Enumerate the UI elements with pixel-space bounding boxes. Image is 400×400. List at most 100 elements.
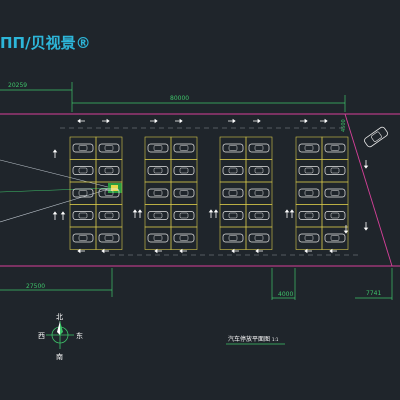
parking-stall [245, 226, 273, 250]
parking-stalls [69, 136, 349, 250]
parking-stall [170, 204, 198, 228]
car-cabin [228, 190, 238, 196]
parking-stall [295, 136, 323, 160]
parked-car-angled [364, 126, 388, 148]
traffic-arrow [208, 209, 214, 218]
parked-car [72, 143, 94, 153]
traffic-arrows [52, 118, 369, 254]
compass-south: 南 [56, 352, 63, 361]
traffic-arrow [52, 211, 58, 220]
traffic-arrow [363, 222, 369, 231]
traffic-arrow [179, 248, 187, 254]
car-cabin [78, 167, 88, 174]
parked-car [98, 166, 120, 175]
traffic-arrow [231, 248, 239, 254]
parking-stall [95, 204, 123, 228]
parked-car [248, 143, 270, 153]
parking-stall [170, 159, 198, 183]
parking-stall [69, 136, 97, 160]
car-cabin [104, 235, 114, 241]
entrance-marker [108, 183, 122, 193]
parking-stall [295, 181, 323, 205]
parking-stall [95, 136, 123, 160]
dim-bottom-mid: 4000 [278, 291, 293, 298]
parked-car [298, 166, 320, 175]
parking-stall [245, 181, 273, 205]
parked-car [173, 188, 195, 198]
parking-stall [95, 226, 123, 250]
car-cabin [78, 145, 88, 151]
traffic-arrow [304, 248, 312, 254]
car-cabin [228, 145, 238, 151]
parked-car [324, 166, 346, 175]
bottom-dimensions [0, 268, 393, 300]
dim-top-total: 80000 [170, 95, 189, 102]
parked-car [98, 211, 120, 220]
parking-stall [321, 159, 349, 183]
car-cabin [104, 167, 114, 174]
traffic-arrow [60, 211, 66, 220]
dim-right-vertical: 4500 [341, 119, 347, 132]
parking-stall [295, 159, 323, 183]
parked-car [222, 233, 244, 243]
parked-car [248, 188, 270, 198]
car-cabin [104, 212, 114, 219]
car-cabin [330, 235, 340, 241]
parking-stall [219, 204, 247, 228]
parked-car [147, 233, 169, 243]
parked-car [72, 188, 94, 198]
parked-car [222, 143, 244, 153]
parking-stall [321, 226, 349, 250]
car-cabin [78, 212, 88, 219]
parking-stall [69, 181, 97, 205]
car-cabin [330, 145, 340, 151]
parking-stall [69, 226, 97, 250]
parking-stall [321, 204, 349, 228]
plan-title: 汽车停放平面图 [228, 335, 270, 343]
traffic-arrow [101, 248, 109, 254]
traffic-arrow [329, 248, 337, 254]
car-cabin [304, 190, 314, 196]
parking-stall [144, 136, 172, 160]
parked-car [173, 211, 195, 220]
parking-stall [219, 159, 247, 183]
car-cabin [153, 212, 163, 219]
parked-car [173, 233, 195, 243]
parking-stall [219, 226, 247, 250]
traffic-arrow [52, 149, 58, 158]
parked-car [222, 166, 244, 175]
traffic-arrow [213, 209, 219, 218]
car-cabin [330, 167, 340, 174]
traffic-arrow [77, 248, 85, 254]
parked-car [72, 166, 94, 175]
parked-car [248, 211, 270, 220]
traffic-arrow [284, 209, 290, 218]
plan-scale: 1:1 [272, 337, 279, 342]
parking-stall [144, 159, 172, 183]
traffic-arrow [150, 118, 158, 124]
car-cabin [78, 235, 88, 241]
parked-car [147, 143, 169, 153]
traffic-arrow [175, 118, 183, 124]
traffic-arrow [77, 118, 85, 124]
car-cabin [254, 190, 264, 196]
car-cabin [228, 212, 238, 219]
parked-car [222, 188, 244, 198]
parking-plan-drawing: ΠΠ/贝视景® 20259 80000 4500 27500 4000 7741… [0, 34, 400, 361]
car-cabin [304, 145, 314, 151]
parking-stall [245, 159, 273, 183]
parked-car [147, 188, 169, 198]
compass-west: 西 [38, 332, 45, 340]
parking-stall [219, 181, 247, 205]
parked-car [298, 143, 320, 153]
car-cabin [228, 167, 238, 174]
parked-car [248, 166, 270, 175]
parked-car [72, 211, 94, 220]
car-cabin [330, 212, 340, 219]
traffic-arrow [228, 118, 236, 124]
traffic-arrow [320, 118, 328, 124]
traffic-arrow [102, 118, 110, 124]
traffic-arrow [255, 248, 263, 254]
parked-car [173, 143, 195, 153]
parked-car [324, 233, 346, 243]
